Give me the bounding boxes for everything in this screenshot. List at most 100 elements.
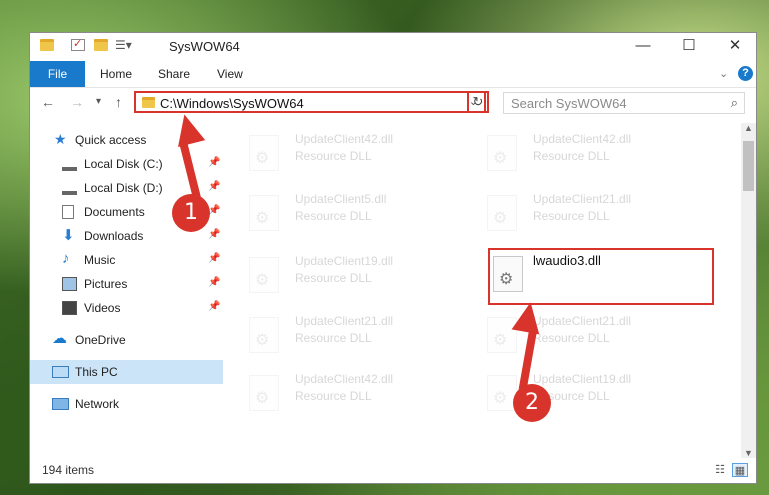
drive-icon (62, 157, 77, 171)
vertical-scrollbar[interactable]: ▲ ▼ (741, 123, 756, 458)
ribbon-tabs: File Home Share View ⌄ ? (30, 61, 756, 88)
pictures-icon (62, 277, 77, 291)
file-item[interactable]: ⚙ UpdateClient42.dll Resource DLL (243, 129, 463, 179)
help-icon[interactable]: ? (738, 66, 753, 81)
file-name: UpdateClient42.dll (533, 132, 632, 146)
nav-label: Music (84, 253, 116, 267)
minimize-button[interactable]: — (620, 33, 666, 61)
file-name: UpdateClient19.dll (533, 372, 632, 386)
network-icon (52, 398, 69, 410)
pin-icon[interactable]: 📌 (208, 253, 220, 264)
nav-label: Pictures (84, 277, 128, 291)
pin-icon[interactable]: 📌 (208, 229, 220, 240)
folder-icon (142, 97, 155, 108)
file-item[interactable]: ⚙ UpdateClient21.dll Resource DLL (243, 311, 463, 361)
file-item[interactable]: ⚙ UpdateClient42.dll Resource DLL (243, 369, 463, 419)
nav-label: Quick access (75, 133, 147, 147)
tab-share[interactable]: Share (158, 61, 190, 87)
nav-videos[interactable]: Videos 📌 (30, 296, 223, 320)
nav-label: Network (75, 397, 120, 411)
nav-label: This PC (75, 365, 118, 379)
close-button[interactable]: ✕ (712, 33, 758, 61)
arrowhead (511, 299, 545, 335)
dll-file-icon: ⚙ (487, 195, 517, 231)
file-name: UpdateClient5.dll (295, 192, 387, 206)
up-arrow-icon[interactable]: ↑ (115, 94, 122, 110)
search-input[interactable]: Search SysWOW64 ⌕ (503, 92, 745, 114)
file-type: Resource DLL (295, 149, 372, 163)
nav-pictures[interactable]: Pictures 📌 (30, 272, 223, 296)
nav-label: Local Disk (D:) (84, 181, 163, 195)
pin-icon[interactable]: 📌 (208, 181, 220, 192)
file-name: UpdateClient21.dll (533, 192, 632, 206)
gear-icon: ⚙ (255, 150, 270, 167)
file-item[interactable]: ⚙ UpdateClient21.dll Resource DLL (481, 189, 701, 239)
nav-label: Documents (84, 205, 145, 219)
gear-icon: ⚙ (255, 210, 270, 227)
gear-icon: ⚙ (255, 272, 270, 289)
nav-onedrive[interactable]: ☁ OneDrive (30, 328, 223, 352)
music-icon: ♪ (62, 250, 70, 267)
back-arrow-icon[interactable]: ← (41, 94, 55, 110)
search-placeholder: Search SysWOW64 (511, 96, 627, 111)
status-bar: 194 items ☷ ▦ (30, 457, 756, 483)
properties-icon[interactable]: ✓ (71, 38, 85, 51)
file-name: UpdateClient21.dll (295, 314, 394, 328)
gear-icon: ⚙ (493, 210, 508, 227)
address-row: ← → ▾ ↑ C:\Windows\SysWOW64 ⌄ ↻ Search S… (30, 88, 756, 118)
details-view-icon[interactable]: ☷ (712, 463, 728, 477)
title-bar: ✓ ☰▾ SysWOW64 — ☐ ✕ (30, 33, 756, 61)
computer-icon (52, 366, 69, 378)
dll-file-icon: ⚙ (249, 135, 279, 171)
maximize-button[interactable]: ☐ (666, 33, 712, 61)
tab-file[interactable]: File (30, 61, 85, 87)
customize-toolbar-icon[interactable]: ☰▾ (115, 38, 132, 52)
scrollbar-thumb[interactable] (743, 141, 754, 191)
file-item[interactable]: ⚙ UpdateClient42.dll Resource DLL (481, 129, 701, 179)
pin-icon[interactable]: 📌 (208, 157, 220, 168)
file-name: UpdateClient42.dll (295, 132, 394, 146)
pin-icon[interactable]: 📌 (208, 301, 220, 312)
file-type: Resource DLL (533, 209, 610, 223)
file-item[interactable]: ⚙ UpdateClient5.dll Resource DLL (243, 189, 463, 239)
address-bar[interactable]: C:\Windows\SysWOW64 ⌄ (134, 91, 486, 113)
search-icon: ⌕ (730, 95, 738, 110)
file-name: UpdateClient42.dll (295, 372, 394, 386)
file-name: UpdateClient21.dll (533, 314, 632, 328)
refresh-button[interactable]: ↻ (467, 91, 489, 113)
gear-icon: ⚙ (493, 332, 508, 349)
new-folder-icon[interactable] (94, 39, 108, 51)
cloud-icon: ☁ (52, 330, 67, 347)
gear-icon: ⚙ (493, 390, 508, 407)
nav-network[interactable]: Network (30, 392, 223, 416)
scroll-up-icon[interactable]: ▲ (744, 123, 753, 133)
file-type: Resource DLL (295, 389, 372, 403)
nav-this-pc[interactable]: This PC (30, 360, 223, 384)
gear-icon: ⚙ (493, 150, 508, 167)
large-icons-view-icon[interactable]: ▦ (732, 463, 748, 477)
file-explorer-window: ✓ ☰▾ SysWOW64 — ☐ ✕ File Home Share View… (29, 32, 757, 484)
dll-file-icon: ⚙ (249, 195, 279, 231)
dll-file-icon: ⚙ (249, 375, 279, 411)
dll-file-icon: ⚙ (487, 135, 517, 171)
tab-view[interactable]: View (217, 61, 243, 87)
gear-icon: ⚙ (255, 332, 270, 349)
nav-music[interactable]: ♪ Music 📌 (30, 248, 223, 272)
file-item[interactable]: ⚙ UpdateClient19.dll Resource DLL (243, 251, 463, 301)
star-icon: ★ (54, 131, 67, 147)
file-type: Resource DLL (533, 149, 610, 163)
forward-arrow-icon[interactable]: → (70, 94, 84, 110)
expand-ribbon-icon[interactable]: ⌄ (719, 61, 728, 87)
folder-icon (40, 39, 54, 51)
file-type: Resource DLL (295, 209, 372, 223)
recent-locations-icon[interactable]: ▾ (96, 96, 101, 107)
tab-home[interactable]: Home (100, 61, 132, 87)
dll-file-icon: ⚙ (249, 257, 279, 293)
nav-label: OneDrive (75, 333, 126, 347)
address-path: C:\Windows\SysWOW64 (160, 96, 304, 111)
pin-icon[interactable]: 📌 (208, 277, 220, 288)
step-badge-1: 1 (172, 194, 210, 232)
nav-label: Videos (84, 301, 121, 315)
videos-icon (62, 301, 77, 315)
file-type: Resource DLL (295, 271, 372, 285)
